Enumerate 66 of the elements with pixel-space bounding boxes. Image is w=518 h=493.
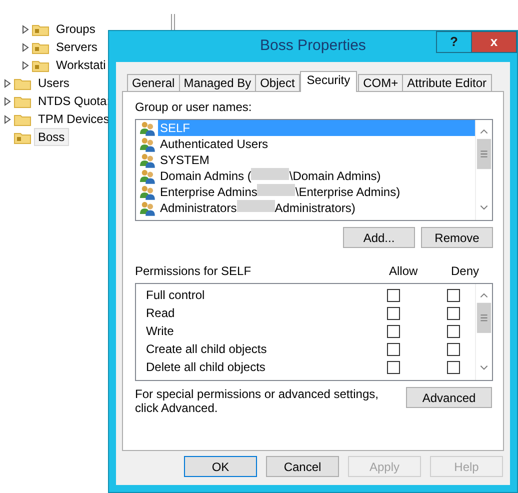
dialog-button[interactable]: Cancel [266, 456, 339, 477]
checkbox[interactable] [447, 342, 460, 356]
checkbox[interactable] [387, 306, 400, 320]
permission-name: Delete all child objects [146, 359, 266, 376]
expand-arrow-icon[interactable] [4, 96, 11, 106]
checkbox[interactable] [447, 288, 460, 302]
user-list[interactable]: SELF Authenticated Users SYSTEM Domain Admins ( \Domain Admins) Enterprise Admins \Enterprise Admins) Administrators Administrators) [135, 119, 493, 221]
help-button[interactable]: ? [436, 31, 472, 53]
advanced-note: For special permissions or advanced settings, click Advanced. [135, 387, 380, 415]
users-icon [140, 152, 155, 168]
permission-name: Create all child objects [146, 341, 268, 358]
folder-icon [32, 22, 49, 36]
scrollbar[interactable] [475, 284, 492, 380]
tab[interactable]: Security [300, 71, 358, 92]
users-icon [140, 136, 155, 152]
expand-arrow-icon[interactable] [4, 114, 11, 124]
tab[interactable]: General [127, 74, 180, 92]
folder-icon [14, 130, 31, 144]
folder-icon [32, 58, 49, 72]
tree-item[interactable]: Boss [34, 128, 69, 146]
expand-arrow-icon[interactable] [4, 78, 11, 88]
scrollbar[interactable] [475, 120, 492, 220]
column-header: Allow [389, 263, 419, 280]
group-label: Group or user names: [135, 99, 253, 116]
column-header: Deny [451, 263, 480, 280]
user-item[interactable]: Administrators Administrators) [158, 200, 358, 216]
add-button[interactable]: Add... [343, 227, 415, 248]
checkbox[interactable] [387, 324, 400, 338]
advanced-button[interactable]: Advanced [406, 387, 492, 408]
permission-name: Read [146, 305, 176, 322]
dialog-button[interactable]: OK [184, 456, 257, 477]
users-icon [140, 120, 155, 136]
tab[interactable]: Managed By [178, 74, 256, 92]
tree-item[interactable]: Users [34, 74, 74, 92]
tree-item[interactable]: Servers [52, 38, 102, 56]
tab[interactable]: Attribute Editor [402, 74, 492, 92]
expand-arrow-icon[interactable] [22, 24, 29, 34]
expand-arrow-icon[interactable] [22, 42, 29, 52]
window-title: Boss Properties [260, 36, 366, 56]
checkbox[interactable] [387, 360, 400, 374]
user-item[interactable]: SYSTEM [158, 152, 212, 168]
folder-icon [14, 76, 31, 90]
users-icon [140, 168, 155, 184]
remove-button[interactable]: Remove [421, 227, 493, 248]
tab[interactable]: Object [255, 74, 300, 92]
folder-icon [14, 94, 31, 108]
users-icon [140, 200, 155, 216]
folder-icon [14, 112, 31, 126]
checkbox[interactable] [447, 324, 460, 338]
checkbox[interactable] [447, 360, 460, 374]
tree-item[interactable]: Groups [52, 20, 100, 38]
permission-name: Full control [146, 287, 206, 304]
users-icon [140, 184, 155, 200]
checkbox[interactable] [387, 342, 400, 356]
user-item[interactable]: Enterprise Admins \Enterprise Admins) [158, 184, 402, 200]
close-button[interactable]: x [471, 31, 517, 53]
tree-item[interactable]: Workstati [52, 56, 110, 74]
permissions-label: Permissions for SELF [135, 263, 252, 280]
user-item[interactable]: Domain Admins ( \Domain Admins) [158, 168, 383, 184]
user-item[interactable]: Authenticated Users [158, 136, 270, 152]
checkbox[interactable] [447, 306, 460, 320]
tab[interactable]: COM+ [358, 74, 404, 92]
checkbox[interactable] [387, 288, 400, 302]
expand-arrow-icon[interactable] [22, 60, 29, 70]
permission-name: Write [146, 323, 175, 340]
folder-icon [32, 40, 49, 54]
